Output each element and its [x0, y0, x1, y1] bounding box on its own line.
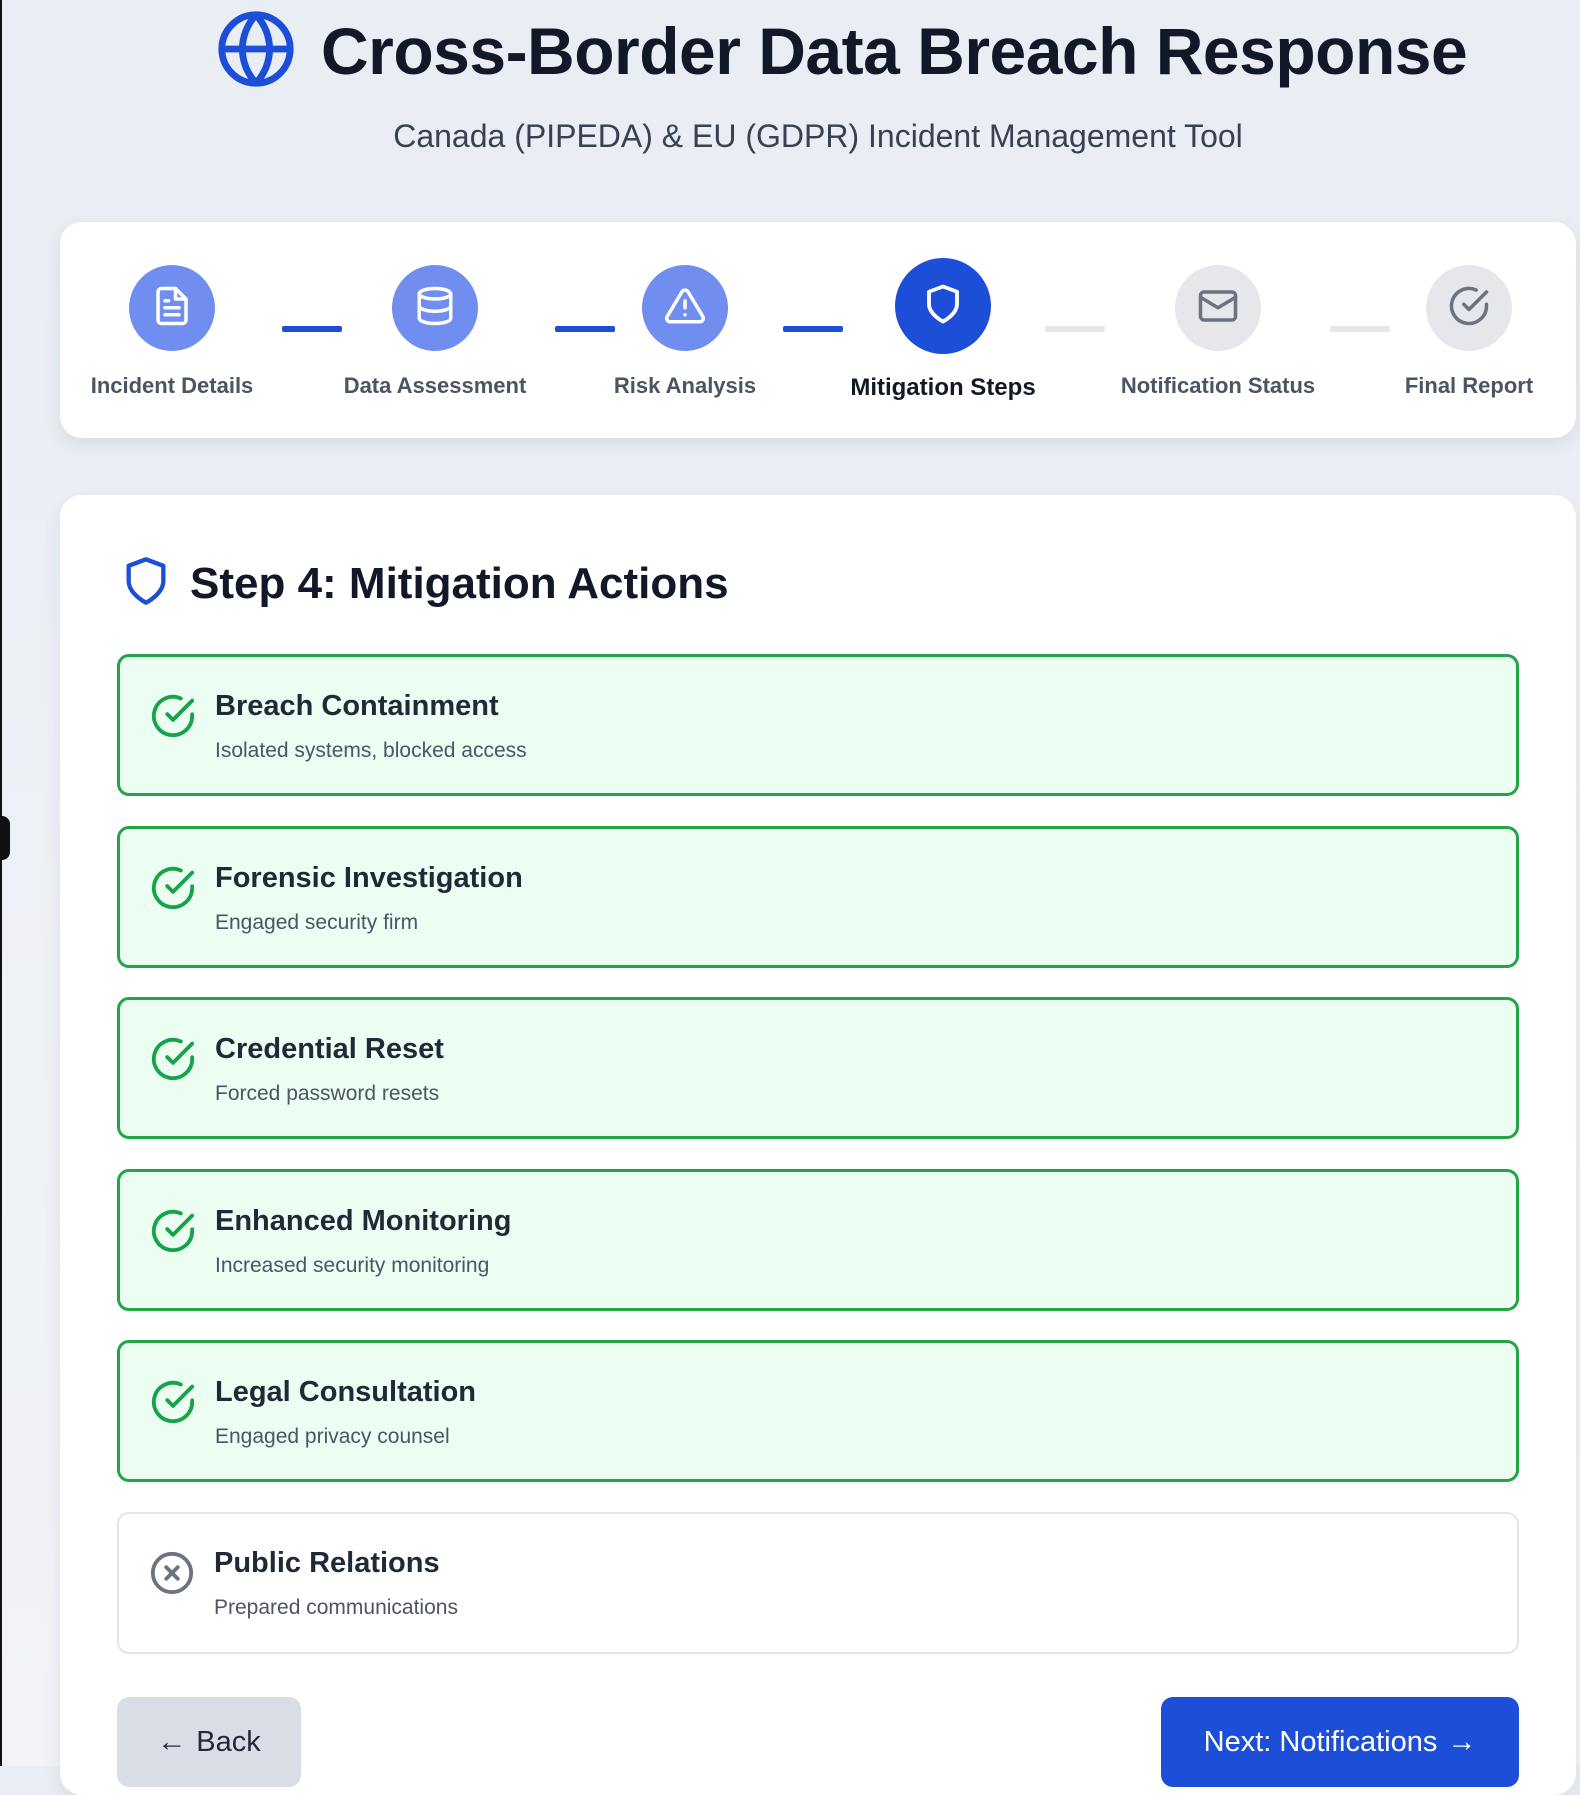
back-button-label: Back — [196, 1725, 261, 1758]
section-title: Step 4: Mitigation Actions — [190, 558, 729, 608]
x-circle-icon — [149, 1550, 195, 1596]
step-circle — [129, 265, 215, 351]
step-label: Data Assessment — [343, 373, 527, 398]
back-button[interactable]: ← Back — [117, 1697, 301, 1787]
window-edge-handle[interactable] — [0, 816, 10, 860]
step-incident-details[interactable]: Incident Details — [42, 222, 302, 438]
action-forensic-investigation[interactable]: Forensic Investigation Engaged security … — [117, 826, 1519, 968]
step-label: Risk Analysis — [613, 373, 757, 398]
action-title: Legal Consultation — [215, 1376, 476, 1408]
globe-icon — [215, 8, 297, 95]
action-title: Public Relations — [214, 1547, 440, 1579]
step-label: Notification Status — [1120, 373, 1316, 398]
action-title: Forensic Investigation — [215, 862, 523, 894]
next-button[interactable]: Next: Notifications → — [1161, 1697, 1519, 1787]
step-circle — [392, 265, 478, 351]
shield-icon — [922, 283, 964, 330]
action-title: Credential Reset — [215, 1033, 444, 1065]
step-circle — [642, 265, 728, 351]
action-legal-consultation[interactable]: Legal Consultation Engaged privacy couns… — [117, 1340, 1519, 1482]
step-mitigation-steps[interactable]: Mitigation Steps — [813, 222, 1073, 438]
step-risk-analysis[interactable]: Risk Analysis — [555, 222, 815, 438]
action-public-relations[interactable]: Public Relations Prepared communications — [117, 1512, 1519, 1654]
action-description: Increased security monitoring — [215, 1254, 490, 1277]
warning-icon — [664, 285, 706, 332]
step-label: Final Report — [1404, 373, 1534, 398]
check-circle-icon — [150, 865, 196, 911]
check-circle-icon — [150, 1379, 196, 1425]
action-title: Enhanced Monitoring — [215, 1205, 512, 1237]
action-description: Engaged security firm — [215, 911, 419, 934]
page-subtitle: Canada (PIPEDA) & EU (GDPR) Incident Man… — [393, 118, 1243, 154]
window-edge — [0, 0, 2, 1766]
action-enhanced-monitoring[interactable]: Enhanced Monitoring Increased security m… — [117, 1169, 1519, 1311]
section-heading: Step 4: Mitigation Actions — [120, 553, 729, 614]
check-circle-icon — [1448, 285, 1490, 332]
action-title: Breach Containment — [215, 690, 499, 722]
mail-icon — [1197, 285, 1239, 332]
step-label: Incident Details — [90, 373, 254, 398]
action-description: Engaged privacy counsel — [215, 1425, 450, 1448]
step-final-report[interactable]: Final Report — [1339, 222, 1580, 438]
shield-icon — [120, 553, 172, 614]
title-row: Cross-Border Data Breach Response — [215, 8, 1468, 95]
action-breach-containment[interactable]: Breach Containment Isolated systems, blo… — [117, 654, 1519, 796]
page-title: Cross-Border Data Breach Response — [321, 14, 1468, 88]
mitigation-card: Step 4: Mitigation Actions Breach Contai… — [60, 495, 1576, 1795]
check-circle-icon — [150, 1036, 196, 1082]
action-credential-reset[interactable]: Credential Reset Forced password resets — [117, 997, 1519, 1139]
step-data-assessment[interactable]: Data Assessment — [305, 222, 565, 438]
step-circle — [895, 258, 991, 354]
document-icon — [151, 285, 193, 332]
arrow-left-icon: ← — [157, 1725, 187, 1758]
step-circle — [1426, 265, 1512, 351]
step-circle — [1175, 265, 1261, 351]
action-description: Prepared communications — [214, 1596, 458, 1619]
next-button-label: Next: Notifications — [1203, 1725, 1438, 1758]
database-icon — [414, 285, 456, 332]
arrow-right-icon: → — [1447, 1725, 1477, 1758]
check-circle-icon — [150, 1208, 196, 1254]
step-notification-status[interactable]: Notification Status — [1088, 222, 1348, 438]
check-circle-icon — [150, 693, 196, 739]
action-description: Forced password resets — [215, 1082, 440, 1105]
progress-stepper: Incident Details Data Assessment Risk An… — [60, 222, 1576, 438]
action-description: Isolated systems, blocked access — [215, 739, 527, 762]
page: Cross-Border Data Breach Response Canada… — [60, 0, 1576, 1795]
step-label: Mitigation Steps — [850, 374, 1036, 401]
